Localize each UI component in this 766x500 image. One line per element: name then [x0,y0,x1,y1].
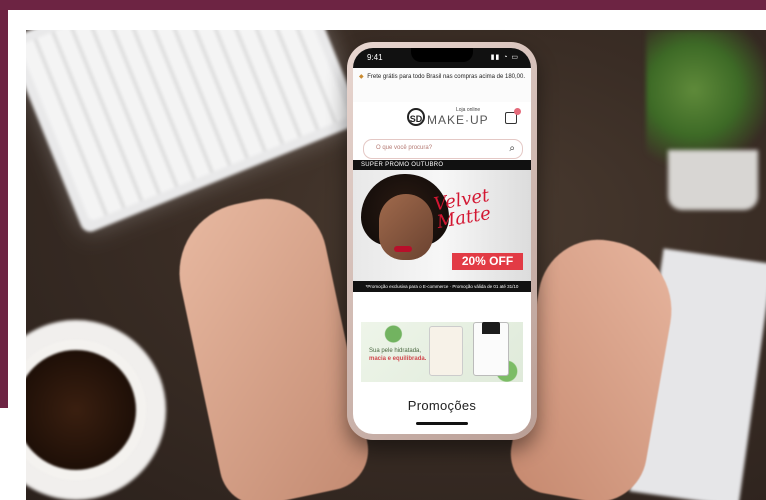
keyboard-image [26,30,363,235]
plant-pot-image [668,150,758,210]
promo-script-title: Velvet Matte [432,184,493,234]
skincare-banner-line2: macia e equilibrada. [369,356,427,362]
skincare-banner[interactable]: Sua pele hidratada, macia e equilibrada. [361,322,523,382]
left-frame-bar [0,10,8,408]
shipping-banner-text: Frete grátis para todo Brasil nas compra… [367,74,526,80]
product-cap-image [482,322,500,334]
cart-badge [514,108,521,115]
promo-title-bar: SUPER PROMO OUTUBRO [353,160,531,170]
product-bottle-image [429,326,463,376]
home-indicator [416,422,468,425]
promo-footer-note: *Promoção exclusiva para o E-commerce · … [353,281,531,292]
smartphone: 9:41 ▮▮ ◔ ▭ ◆ Frete grátis para todo Bra… [347,42,537,440]
delivery-truck-icon: ◆ [358,74,364,80]
store-logo-text[interactable]: MAKE·UP [427,113,489,127]
skincare-banner-line1: Sua pele hidratada, [369,348,422,354]
shipping-banner: ◆ Frete grátis para todo Brasil nas comp… [353,68,531,102]
model-lipstick-image [394,246,412,252]
promo-title: SUPER PROMO OUTUBRO [361,162,444,168]
discount-badge: 20% OFF [452,253,523,270]
screen-spacer [353,292,531,320]
left-hand-image [166,187,376,500]
store-header: SD Loja online MAKE·UP [353,102,531,136]
search-bar[interactable]: O que você procura? ⌕ [363,139,523,159]
top-frame-bar [0,0,766,10]
search-input[interactable]: O que você procura? [376,145,432,151]
promo-banner[interactable]: SUPER PROMO OUTUBRO Velvet Matte 20% OFF… [353,160,531,292]
status-time: 9:41 [367,53,383,62]
status-icons: ▮▮ ◔ ▭ [490,54,519,61]
section-heading-promotions: Promoções [407,398,477,413]
status-bar: 9:41 ▮▮ ◔ ▭ [353,48,531,68]
phone-notch [411,48,473,62]
phone-screen: 9:41 ▮▮ ◔ ▭ ◆ Frete grátis para todo Bra… [353,48,531,434]
store-logo-mark[interactable]: SD [407,108,425,126]
search-icon[interactable]: ⌕ [509,143,515,154]
